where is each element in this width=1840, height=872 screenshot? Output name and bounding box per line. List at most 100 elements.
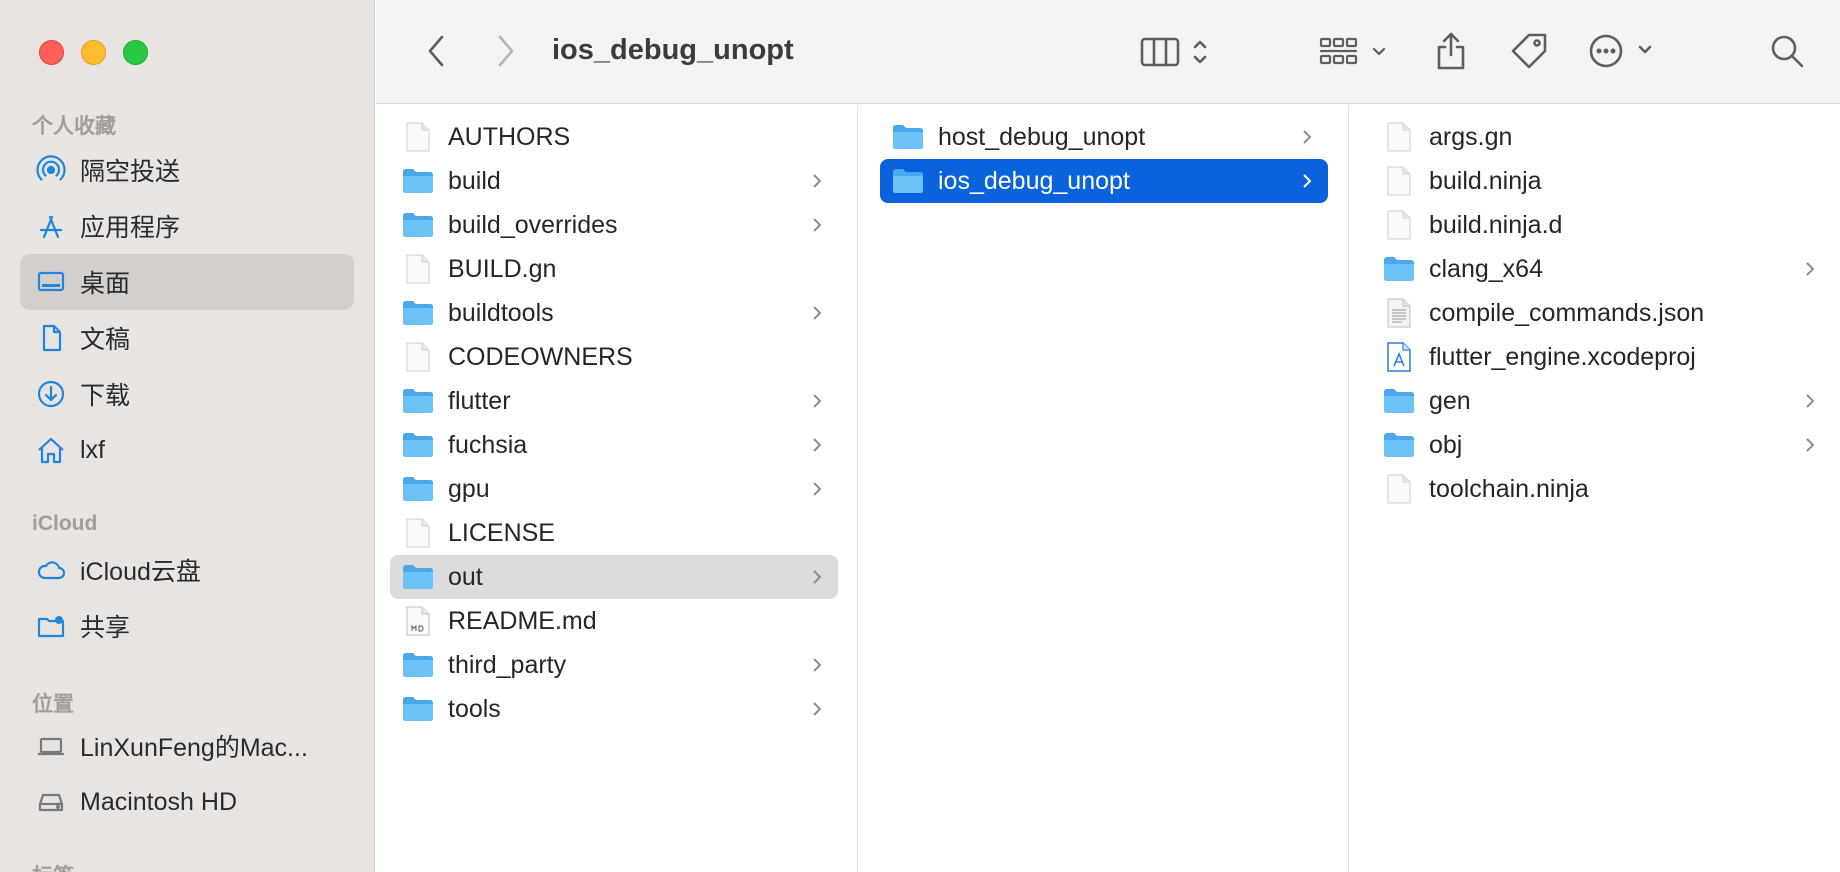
file-name: flutter_engine.xcodeproj	[1429, 342, 1696, 371]
folder-row-selected[interactable]: out	[390, 555, 838, 599]
file-name: CODEOWNERS	[448, 342, 633, 371]
folder-name: out	[448, 562, 483, 591]
sidebar-item-label: 文稿	[80, 326, 131, 354]
file-row[interactable]: build.ninja.d	[1371, 203, 1831, 247]
sidebar-item-home[interactable]: lxf	[20, 422, 354, 478]
folder-name: host_debug_unopt	[938, 122, 1146, 151]
file-row[interactable]: AUTHORS	[390, 115, 838, 159]
file-icon	[1383, 210, 1415, 240]
tag-icon	[1511, 33, 1547, 69]
sidebar-item-label: iCloud云盘	[80, 558, 201, 586]
file-row[interactable]: LICENSE	[390, 511, 838, 555]
file-row[interactable]: BUILD.gn	[390, 247, 838, 291]
chevron-left-icon	[428, 35, 444, 67]
folder-row[interactable]: third_party	[390, 643, 838, 687]
sidebar-item-desktop[interactable]: 桌面	[20, 254, 354, 310]
document-icon	[34, 321, 68, 355]
folder-name: tools	[448, 694, 501, 723]
folder-icon	[402, 474, 434, 504]
chevron-right-icon	[498, 35, 514, 67]
laptop-icon	[34, 729, 68, 763]
back-button[interactable]	[416, 26, 456, 76]
minimize-window-button[interactable]	[81, 40, 106, 65]
folder-name: obj	[1429, 430, 1463, 459]
chevron-right-icon	[810, 654, 824, 676]
sidebar-item-label: 隔空投送	[80, 158, 181, 186]
folder-name: flutter	[448, 386, 511, 415]
view-mode-button[interactable]	[1136, 26, 1226, 76]
file-row[interactable]: args.gn	[1371, 115, 1831, 159]
folder-row-selected[interactable]: ios_debug_unopt	[880, 159, 1328, 203]
folder-name: clang_x64	[1429, 254, 1543, 283]
sidebar-item-macintosh-hd[interactable]: Macintosh HD	[20, 774, 354, 830]
sidebar-item-shared[interactable]: 共享	[20, 598, 354, 654]
folder-row[interactable]: gpu	[390, 467, 838, 511]
column-3: args.gn build.ninja build.ninja.d clang_…	[1350, 105, 1840, 872]
chevron-right-icon	[1300, 170, 1314, 192]
file-row[interactable]: build.ninja	[1371, 159, 1831, 203]
folder-row[interactable]: flutter	[390, 379, 838, 423]
folder-row[interactable]: build	[390, 159, 838, 203]
share-icon	[1437, 32, 1465, 70]
forward-button[interactable]	[486, 26, 526, 76]
share-button[interactable]	[1426, 26, 1476, 76]
sidebar-item-airdrop[interactable]: 隔空投送	[20, 142, 354, 198]
window-title: ios_debug_unopt	[552, 34, 794, 66]
chevron-right-icon	[1803, 434, 1817, 456]
file-row[interactable]: CODEOWNERS	[390, 335, 838, 379]
file-row[interactable]: flutter_engine.xcodeproj	[1371, 335, 1831, 379]
folder-row[interactable]: tools	[390, 687, 838, 731]
folder-row[interactable]: fuchsia	[390, 423, 838, 467]
folder-icon	[892, 166, 924, 196]
file-row[interactable]: README.md	[390, 599, 838, 643]
file-name: args.gn	[1429, 122, 1513, 151]
search-icon	[1771, 35, 1804, 68]
folder-icon	[402, 166, 434, 196]
sidebar-item-icloud-drive[interactable]: iCloud云盘	[20, 542, 354, 598]
sidebar-item-label: LinXunFeng的Mac...	[80, 734, 308, 762]
sidebar-item-downloads[interactable]: 下载	[20, 366, 354, 422]
chevron-right-icon	[810, 698, 824, 720]
folder-row[interactable]: build_overrides	[390, 203, 838, 247]
chevron-right-icon	[810, 302, 824, 324]
more-actions-button[interactable]	[1586, 26, 1666, 76]
folder-row[interactable]: buildtools	[390, 291, 838, 335]
sidebar-item-label: 共享	[80, 614, 131, 642]
sidebar-item-label: 桌面	[80, 270, 131, 298]
tag-button[interactable]	[1504, 26, 1554, 76]
sidebar-item-applications[interactable]: 应用程序	[20, 198, 354, 254]
file-name: toolchain.ninja	[1429, 474, 1589, 503]
file-name: build.ninja.d	[1429, 210, 1563, 239]
column-view-icon	[1140, 37, 1207, 67]
file-icon	[402, 122, 434, 152]
folder-name: gpu	[448, 474, 490, 503]
folder-row[interactable]: obj	[1371, 423, 1831, 467]
chevron-right-icon	[810, 478, 824, 500]
zoom-window-button[interactable]	[123, 40, 148, 65]
file-name: BUILD.gn	[448, 254, 557, 283]
folder-row[interactable]: host_debug_unopt	[880, 115, 1328, 159]
file-icon	[402, 254, 434, 284]
chevron-right-icon	[810, 390, 824, 412]
folder-name: build	[448, 166, 501, 195]
file-row[interactable]: compile_commands.json	[1371, 291, 1831, 335]
file-name: compile_commands.json	[1429, 298, 1705, 327]
group-button[interactable]	[1316, 26, 1396, 76]
xcodeproj-icon	[1383, 342, 1415, 372]
folder-name: buildtools	[448, 298, 554, 327]
folder-icon	[402, 650, 434, 680]
download-icon	[34, 377, 68, 411]
sidebar-item-documents[interactable]: 文稿	[20, 310, 354, 366]
folder-row[interactable]: gen	[1371, 379, 1831, 423]
icloud-icon	[34, 553, 68, 587]
file-row[interactable]: toolchain.ninja	[1371, 467, 1831, 511]
folder-icon	[402, 210, 434, 240]
search-button[interactable]	[1762, 26, 1812, 76]
sidebar: 个人收藏 隔空投送 应用程序 桌面 文稿 下载 lxf iCloud iClou…	[0, 0, 375, 872]
close-window-button[interactable]	[39, 40, 64, 65]
file-name: README.md	[448, 606, 597, 635]
folder-row[interactable]: clang_x64	[1371, 247, 1831, 291]
sidebar-item-mac[interactable]: LinXunFeng的Mac...	[20, 718, 354, 774]
chevron-right-icon	[1300, 126, 1314, 148]
grid-icon	[1319, 37, 1386, 65]
